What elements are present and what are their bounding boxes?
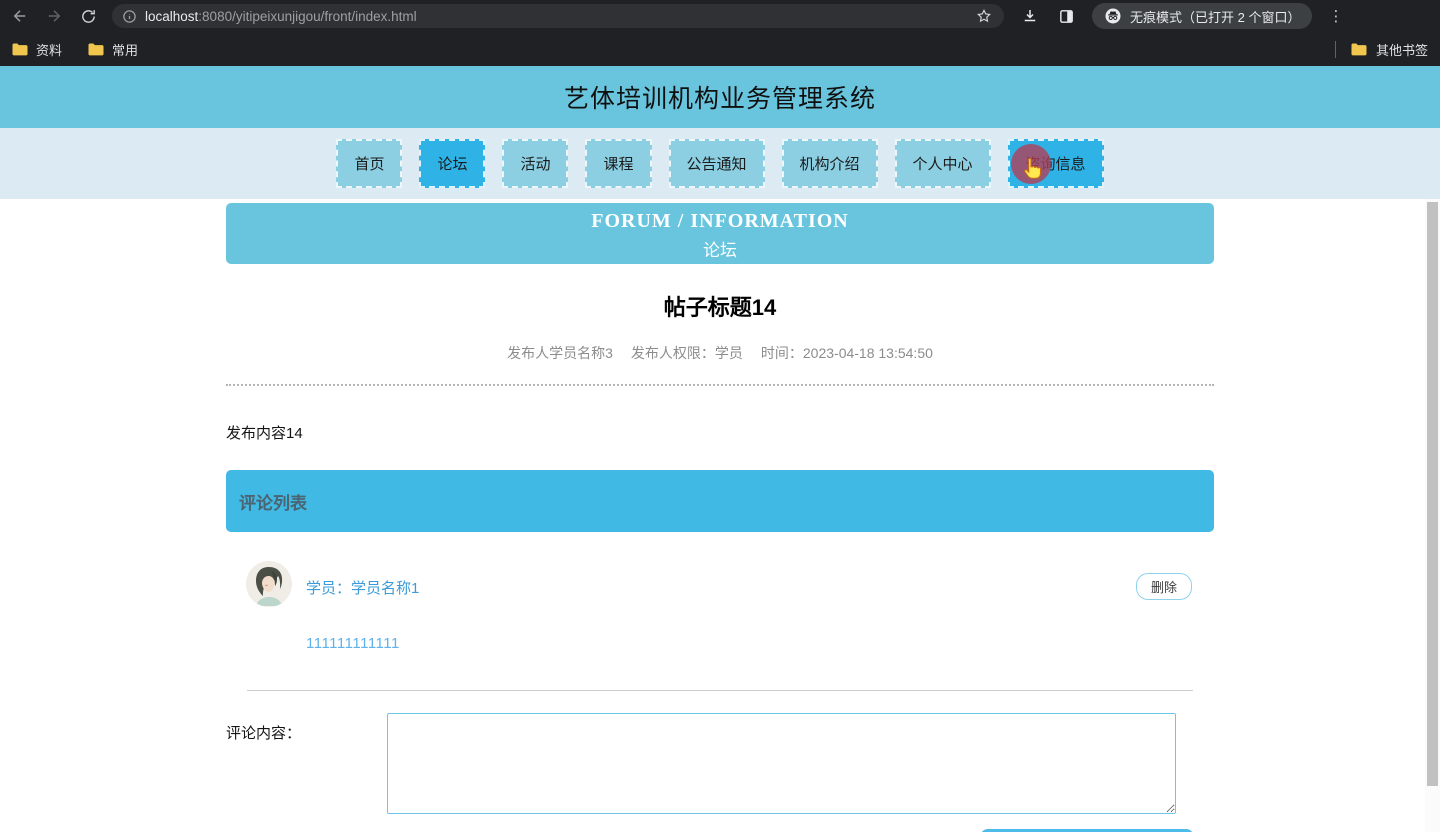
reload-icon[interactable] <box>78 6 98 26</box>
toolbar-right: 无痕模式（已打开 2 个窗口） ⋮ <box>1020 3 1343 29</box>
comments-header: 评论列表 <box>226 470 1214 532</box>
post-publisher: 发布人学员名称3 <box>507 345 613 361</box>
nav-tab-forum[interactable]: 论坛 <box>419 139 486 188</box>
folder-icon <box>12 43 28 55</box>
comment-content: 111111111111 <box>306 635 400 652</box>
comment-item: 学员：学员名称1 删除 111111111111 <box>226 561 1214 652</box>
forward-icon[interactable] <box>44 6 64 26</box>
address-bar[interactable]: localhost:8080/yitipeixunjigou/front/ind… <box>112 4 1004 28</box>
comment-form: 评论内容： <box>226 713 1214 814</box>
incognito-label: 无痕模式（已打开 2 个窗口） <box>1130 9 1301 25</box>
browser-menu-icon[interactable]: ⋮ <box>1328 9 1343 24</box>
post-permission: 发布人权限：学员 <box>630 345 743 361</box>
delete-comment-button[interactable]: 删除 <box>1135 573 1192 600</box>
other-bookmarks[interactable]: 其他书签 <box>1334 40 1428 59</box>
post-title: 帖子标题14 <box>663 295 777 320</box>
bookmarks-bar: 资料 常用 其他书签 <box>0 32 1440 66</box>
bookmark-item[interactable]: 资料 <box>12 40 62 59</box>
url-host: localhost <box>145 8 199 24</box>
comment-input[interactable] <box>387 713 1176 814</box>
browser-toolbar: localhost:8080/yitipeixunjigou/front/ind… <box>0 0 1440 32</box>
scrollbar-thumb[interactable] <box>1427 202 1438 786</box>
main-nav: 首页 论坛 活动 课程 公告通知 机构介绍 个人中心 咨询信息 <box>0 128 1440 199</box>
site-info-icon[interactable] <box>122 9 137 24</box>
comments-divider <box>247 690 1193 691</box>
forum-banner: FORUM / INFORMATION 论坛 <box>226 203 1214 264</box>
url-path: :8080/yitipeixunjigou/front/index.html <box>198 8 417 24</box>
nav-tab-consult-label: 咨询信息 <box>1025 156 1086 173</box>
nav-tab-consult[interactable]: 咨询信息 <box>1007 139 1104 188</box>
bookmark-label: 常用 <box>112 42 139 58</box>
page-scrollbar <box>1425 199 1440 832</box>
bookmarks-separator <box>1334 40 1336 58</box>
avatar <box>246 561 292 607</box>
nav-tab-about[interactable]: 机构介绍 <box>781 139 878 188</box>
site-title: 艺体培训机构业务管理系统 <box>563 85 876 113</box>
banner-title-en: FORUM / INFORMATION <box>591 210 849 232</box>
incognito-icon <box>1104 7 1122 25</box>
bookmark-star-icon[interactable] <box>974 6 994 26</box>
nav-tab-activity[interactable]: 活动 <box>502 139 569 188</box>
folder-icon <box>88 43 104 55</box>
post-meta: 发布人学员名称3 发布人权限：学员 时间：2023-04-18 13:54:50 <box>226 343 1214 363</box>
bookmark-item[interactable]: 常用 <box>88 40 138 59</box>
url-text: localhost:8080/yitipeixunjigou/front/ind… <box>145 9 417 24</box>
nav-tab-notice[interactable]: 公告通知 <box>668 139 765 188</box>
nav-tab-home[interactable]: 首页 <box>336 139 403 188</box>
post-time: 时间：2023-04-18 13:54:50 <box>760 345 933 361</box>
comment-user: 学员：学员名称1 <box>306 580 420 597</box>
banner-title-zh: 论坛 <box>703 241 737 260</box>
other-bookmarks-label: 其他书签 <box>1375 42 1428 58</box>
site-header: 艺体培训机构业务管理系统 <box>0 66 1440 128</box>
bookmark-label: 资料 <box>36 42 63 58</box>
post-content: 发布内容14 <box>226 425 303 442</box>
nav-tab-personal[interactable]: 个人中心 <box>894 139 991 188</box>
browser-nav-buttons <box>10 6 98 26</box>
nav-tab-course[interactable]: 课程 <box>585 139 652 188</box>
comment-input-label: 评论内容： <box>226 725 302 742</box>
download-icon[interactable] <box>1020 6 1040 26</box>
side-panel-icon[interactable] <box>1056 6 1076 26</box>
folder-icon <box>1351 43 1367 55</box>
incognito-badge: 无痕模式（已打开 2 个窗口） <box>1092 3 1313 29</box>
dotted-divider <box>226 384 1214 386</box>
back-icon[interactable] <box>10 6 30 26</box>
content-area: FORUM / INFORMATION 论坛 帖子标题14 发布人学员名称3 发布… <box>226 203 1214 832</box>
